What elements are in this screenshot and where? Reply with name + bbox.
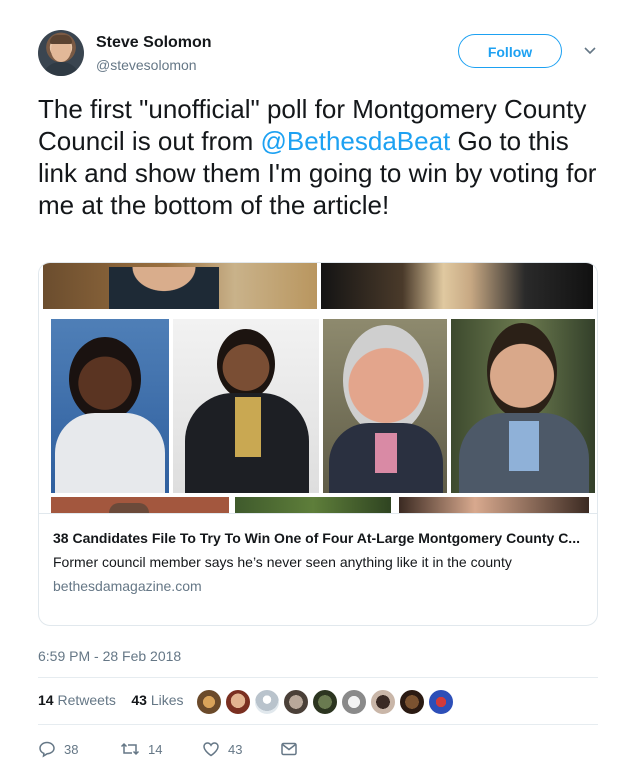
card-domain: bethesdamagazine.com xyxy=(53,578,202,594)
retweets-count: 14 xyxy=(38,692,54,708)
tweet-timestamp[interactable]: 6:59 PM - 28 Feb 2018 xyxy=(38,648,181,664)
liker-avatar[interactable] xyxy=(399,689,425,715)
author-name[interactable]: Steve Solomon xyxy=(96,34,212,52)
heart-icon xyxy=(203,742,219,757)
liker-avatar[interactable] xyxy=(370,689,396,715)
card-body[interactable]: 38 Candidates File To Try To Win One of … xyxy=(39,513,597,625)
link-card[interactable]: 38 Candidates File To Try To Win One of … xyxy=(38,262,598,626)
liker-avatar[interactable] xyxy=(312,689,338,715)
chevron-down-icon[interactable] xyxy=(583,43,597,57)
liker-avatar[interactable] xyxy=(428,689,454,715)
envelope-icon xyxy=(281,742,297,756)
divider xyxy=(38,677,598,678)
liker-avatar[interactable] xyxy=(196,689,222,715)
liker-avatar[interactable] xyxy=(283,689,309,715)
tweet-header: Steve Solomon @stevesolomon Follow xyxy=(38,30,608,82)
likes-label: Likes xyxy=(150,692,184,708)
retweets-stat[interactable]: 14 Retweets xyxy=(38,692,116,708)
follow-button[interactable]: Follow xyxy=(458,34,562,68)
tweet-stats: 14 Retweets 43 Likes xyxy=(38,692,184,708)
reply-icon xyxy=(39,741,55,758)
liker-avatar[interactable] xyxy=(254,689,280,715)
mention-link[interactable]: @BethesdaBeat xyxy=(261,126,451,156)
tweet-text: The first "unofficial" poll for Montgome… xyxy=(38,93,608,221)
retweet-button[interactable]: 14 xyxy=(120,738,162,760)
card-description: Former council member says he’s never se… xyxy=(53,554,512,570)
retweet-count: 14 xyxy=(148,741,163,757)
retweet-icon xyxy=(120,742,140,756)
likes-count: 43 xyxy=(131,692,147,708)
author-handle[interactable]: @stevesolomon xyxy=(96,57,197,73)
liker-avatar[interactable] xyxy=(341,689,367,715)
direct-message-button[interactable] xyxy=(280,738,298,760)
like-button[interactable]: 43 xyxy=(202,738,242,760)
liker-avatar[interactable] xyxy=(225,689,251,715)
reply-count: 38 xyxy=(64,741,79,757)
divider xyxy=(38,724,598,725)
card-title[interactable]: 38 Candidates File To Try To Win One of … xyxy=(53,530,583,546)
retweets-label: Retweets xyxy=(57,692,116,708)
avatar[interactable] xyxy=(38,30,84,76)
tweet-actions: 38 14 43 xyxy=(38,738,598,760)
like-count: 43 xyxy=(228,741,243,757)
reply-button[interactable]: 38 xyxy=(38,738,78,760)
likes-stat[interactable]: 43 Likes xyxy=(131,692,183,708)
card-image[interactable] xyxy=(39,263,597,513)
